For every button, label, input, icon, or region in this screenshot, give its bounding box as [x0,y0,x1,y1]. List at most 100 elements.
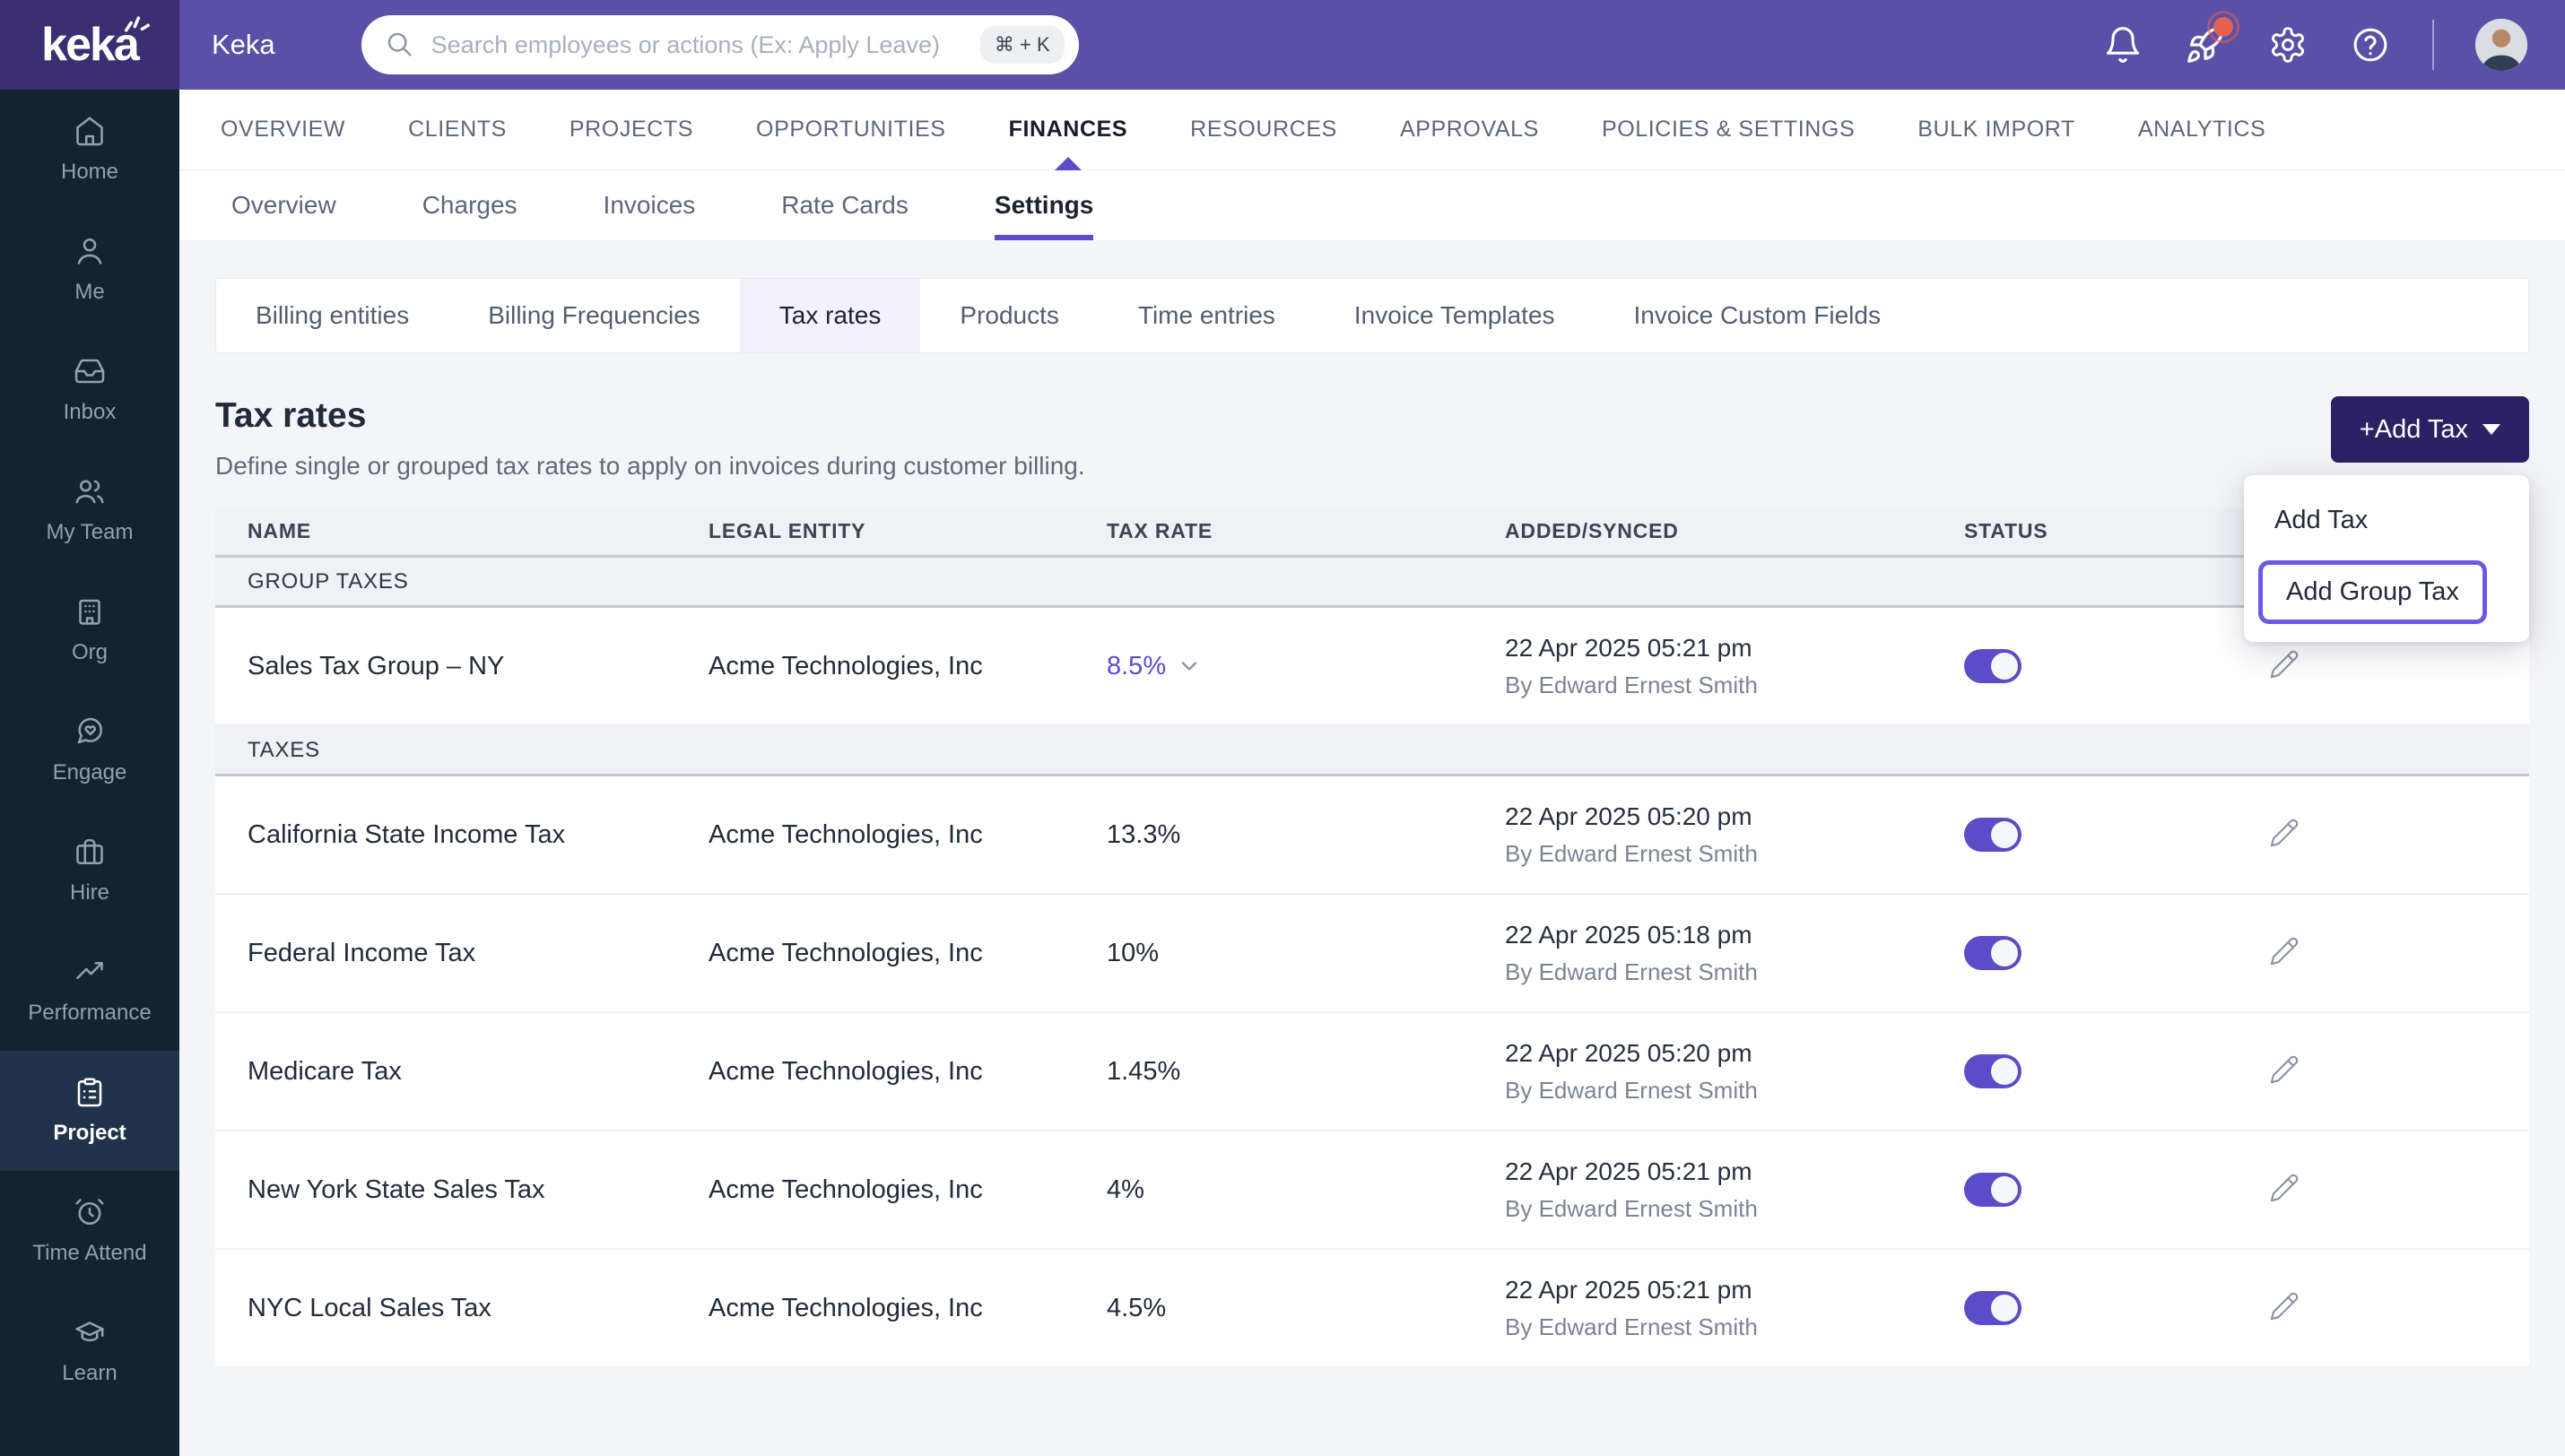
table-row: New York State Sales Tax Acme Technologi… [215,1131,2529,1250]
added-by: By Edward Ernest Smith [1505,1313,1964,1341]
tab-projects[interactable]: PROJECTS [570,90,693,169]
sidebar-item-label: Time Attend [32,1241,146,1266]
edit-icon[interactable] [2269,1173,2300,1203]
edit-icon[interactable] [2269,1054,2300,1085]
engage-chat-icon [74,715,106,748]
subtab-settings[interactable]: Settings [995,170,1093,240]
table-row: Medicare Tax Acme Technologies, Inc 1.45… [215,1013,2529,1131]
chevron-down-icon[interactable] [1177,654,1202,679]
settings-button[interactable] [2267,24,2308,65]
sidebar-item-hire[interactable]: Hire [0,810,179,931]
sidebar-item-home[interactable]: Home [0,90,179,210]
col-added-synced: ADDED/SYNCED [1505,519,1964,543]
tab-approvals[interactable]: APPROVALS [1400,90,1539,169]
added-synced: 22 Apr 2025 05:21 pm By Edward Ernest Sm… [1505,634,1964,699]
sidebar-item-my-team[interactable]: My Team [0,450,179,570]
search-input[interactable] [431,31,980,59]
tab-tax-rates[interactable]: Tax rates [740,279,921,352]
sidebar-item-time-attend[interactable]: Time Attend [0,1171,179,1291]
added-synced: 22 Apr 2025 05:20 pm By Edward Ernest Sm… [1505,802,1964,868]
sidebar-item-label: Home [61,160,118,185]
tab-billing-frequencies[interactable]: Billing Frequencies [448,279,740,352]
trend-icon [74,956,106,988]
global-search[interactable]: ⌘ + K [361,15,1079,74]
sidebar-item-engage[interactable]: Engage [0,690,179,810]
notifications-button[interactable] [2102,24,2143,65]
sidebar-item-label: Me [74,280,104,305]
tab-policies-settings[interactable]: POLICIES & SETTINGS [1602,90,1855,169]
alarm-clock-icon [74,1196,106,1228]
subtab-rate-cards[interactable]: Rate Cards [781,170,909,240]
main-content: OVERVIEW CLIENTS PROJECTS OPPORTUNITIES … [179,90,2565,1456]
toggle-knob [1991,1176,2018,1203]
add-tax-button-label: +Add Tax [2360,415,2468,445]
tab-opportunities[interactable]: OPPORTUNITIES [756,90,946,169]
finances-sub-nav: Overview Charges Invoices Rate Cards Set… [179,170,2565,240]
edit-icon[interactable] [2269,1291,2300,1322]
added-date: 22 Apr 2025 05:20 pm [1505,802,1964,831]
tax-rate-value: 4.5% [1107,1294,1505,1323]
avatar-image [2475,19,2527,71]
caret-down-icon [2482,424,2500,435]
tax-name: NYC Local Sales Tax [248,1294,709,1323]
help-icon [2351,25,2390,65]
tab-time-entries[interactable]: Time entries [1099,279,1315,352]
status-toggle[interactable] [1964,818,2022,852]
graduation-cap-icon [74,1316,106,1348]
edit-icon[interactable] [2269,936,2300,966]
tab-billing-entities[interactable]: Billing entities [216,279,448,352]
table-row: NYC Local Sales Tax Acme Technologies, I… [215,1250,2529,1368]
tax-name: Medicare Tax [248,1057,709,1087]
sidebar-item-me[interactable]: Me [0,210,179,330]
status-toggle[interactable] [1964,936,2022,970]
tab-finances[interactable]: FINANCES [1009,90,1128,169]
toggle-knob [1991,821,2018,848]
keka-logo[interactable]: keka [0,0,179,90]
status-toggle[interactable] [1964,649,2022,683]
settings-tabs: Billing entities Billing Frequencies Tax… [215,278,2529,353]
sidebar-item-learn[interactable]: Learn [0,1291,179,1411]
added-synced: 22 Apr 2025 05:18 pm By Edward Ernest Sm… [1505,921,1964,986]
edit-icon[interactable] [2269,818,2300,848]
team-icon [74,475,106,507]
sidebar-item-project[interactable]: Project [0,1051,179,1171]
subtab-overview[interactable]: Overview [231,170,336,240]
legal-entity: Acme Technologies, Inc [709,1057,1107,1087]
add-tax-button[interactable]: +Add Tax [2331,396,2529,463]
subtab-invoices[interactable]: Invoices [604,170,696,240]
status-toggle[interactable] [1964,1173,2022,1207]
tab-bulk-import[interactable]: BULK IMPORT [1917,90,2075,169]
added-by: By Edward Ernest Smith [1505,958,1964,986]
status-toggle[interactable] [1964,1054,2022,1088]
tab-clients[interactable]: CLIENTS [408,90,507,169]
legal-entity: Acme Technologies, Inc [709,820,1107,850]
search-shortcut: ⌘ + K [980,26,1065,64]
menu-item-add-tax[interactable]: Add Tax [2244,488,2529,553]
added-date: 22 Apr 2025 05:21 pm [1505,1157,1964,1186]
subtab-charges[interactable]: Charges [422,170,517,240]
inbox-icon [74,355,106,387]
menu-item-add-group-tax[interactable]: Add Group Tax [2258,560,2487,624]
sidebar-item-inbox[interactable]: Inbox [0,330,179,450]
avatar[interactable] [2475,19,2527,71]
tax-rate-expandable[interactable]: 8.5% [1107,652,1505,681]
sidebar-item-performance[interactable]: Performance [0,931,179,1051]
tab-resources[interactable]: RESOURCES [1190,90,1337,169]
tax-name: Federal Income Tax [248,939,709,968]
briefcase-icon [74,836,106,868]
tax-name: Sales Tax Group – NY [248,652,709,681]
help-button[interactable] [2350,24,2391,65]
topbar: keka Keka ⌘ + K [0,0,2565,90]
tab-overview[interactable]: OVERVIEW [221,90,345,169]
added-by: By Edward Ernest Smith [1505,672,1964,699]
tab-analytics[interactable]: ANALYTICS [2138,90,2265,169]
tab-invoice-templates[interactable]: Invoice Templates [1315,279,1595,352]
sidebar-item-org[interactable]: Org [0,570,179,690]
sidebar-item-label: Hire [70,880,109,906]
add-tax-dropdown: Add Tax Add Group Tax [2244,475,2529,642]
tab-invoice-custom-fields[interactable]: Invoice Custom Fields [1595,279,1920,352]
whats-new-button[interactable] [2185,24,2226,65]
tab-products[interactable]: Products [920,279,1099,352]
edit-icon[interactable] [2269,649,2300,680]
status-toggle[interactable] [1964,1291,2022,1325]
